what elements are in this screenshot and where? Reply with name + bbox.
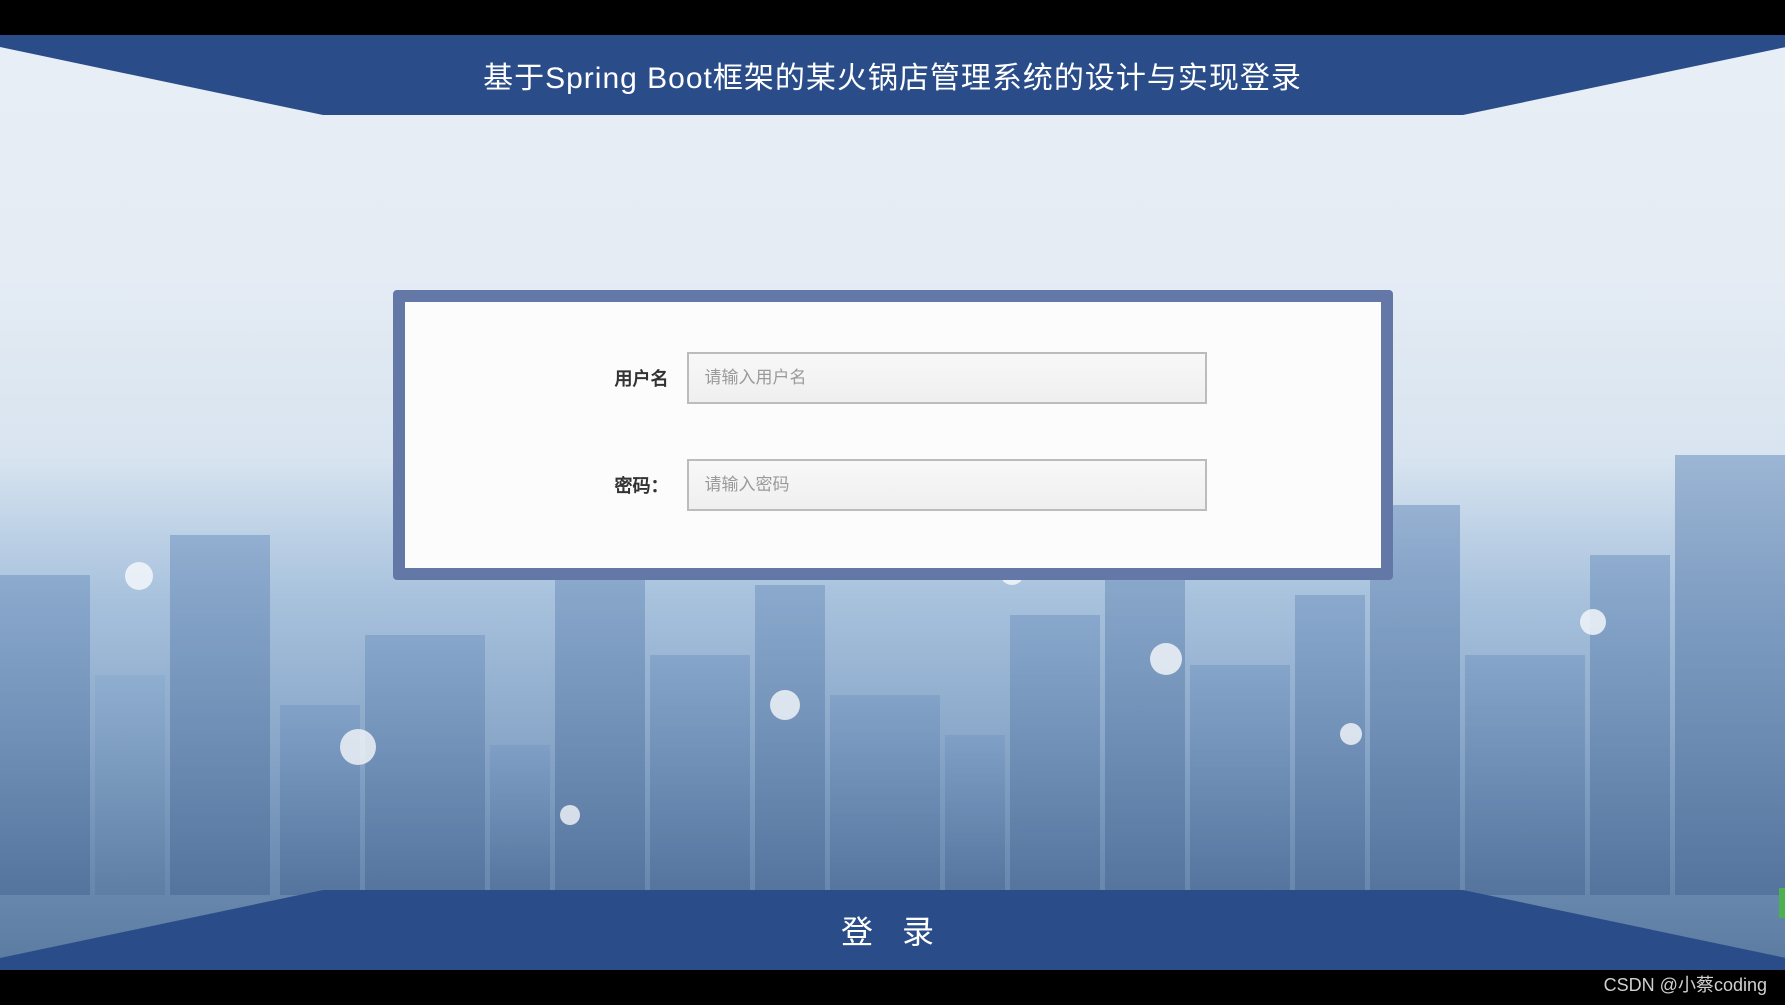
login-page: 基于Spring Boot框架的某火锅店管理系统的设计与实现登录 用户名 密码：… [0,35,1785,970]
password-label: 密码： [579,472,669,498]
page-title: 基于Spring Boot框架的某火锅店管理系统的设计与实现登录 [483,53,1302,97]
password-input[interactable] [687,459,1207,511]
username-label: 用户名 [579,365,669,391]
login-button[interactable]: 登 录 [323,890,1463,970]
username-input[interactable] [687,352,1207,404]
scroll-indicator [1779,888,1785,918]
password-row: 密码： [465,459,1321,511]
login-button-label: 登 录 [841,907,944,953]
header-banner: 基于Spring Boot框架的某火锅店管理系统的设计与实现登录 [323,35,1463,115]
login-form: 用户名 密码： [393,290,1393,580]
watermark: CSDN @小蔡coding [1604,971,1767,997]
username-row: 用户名 [465,352,1321,404]
